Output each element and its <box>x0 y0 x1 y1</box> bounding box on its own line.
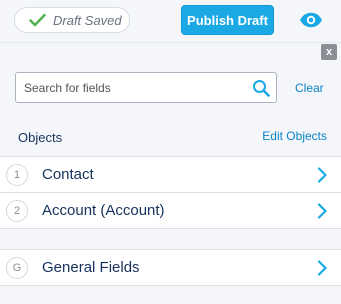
check-icon <box>29 13 46 27</box>
row-number-badge: 2 <box>6 199 28 222</box>
object-label: Account (Account) <box>42 202 165 219</box>
chevron-right-icon[interactable] <box>317 202 327 219</box>
object-row-account[interactable]: 2 Account (Account) <box>0 192 341 229</box>
close-icon[interactable]: x <box>321 44 337 60</box>
field-panel: x Clear Objects Edit Objects 1 Contact 2… <box>0 42 341 304</box>
eye-icon[interactable] <box>299 12 323 28</box>
object-label: General Fields <box>42 259 140 276</box>
chevron-right-icon[interactable] <box>317 259 327 276</box>
edit-objects-link[interactable]: Edit Objects <box>262 129 327 143</box>
top-bar: Draft Saved Publish Draft <box>0 0 341 42</box>
draft-status-badge: Draft Saved <box>14 7 130 33</box>
draft-status-text: Draft Saved <box>53 12 122 28</box>
search-input[interactable] <box>16 73 246 102</box>
row-number-badge: 1 <box>6 163 28 186</box>
object-label: Contact <box>42 166 94 183</box>
search-icon[interactable] <box>252 79 270 97</box>
object-row-contact[interactable]: 1 Contact <box>0 156 341 193</box>
clear-link[interactable]: Clear <box>295 81 324 95</box>
publish-draft-button[interactable]: Publish Draft <box>181 5 274 35</box>
object-row-general-fields[interactable]: G General Fields <box>0 249 341 286</box>
chevron-right-icon[interactable] <box>317 166 327 183</box>
objects-heading: Objects <box>18 130 63 145</box>
row-number-badge: G <box>6 256 28 279</box>
search-field[interactable] <box>15 72 277 103</box>
